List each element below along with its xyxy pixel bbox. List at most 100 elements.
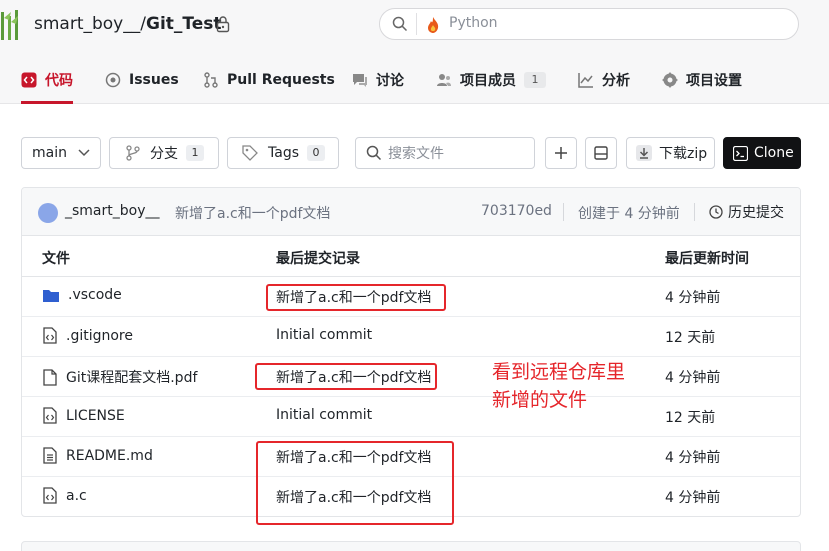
add-file-button[interactable] xyxy=(545,137,577,169)
commit-message-link[interactable]: 新增了a.c和一个pdf文档 xyxy=(175,203,330,223)
file-updated-time: 12 天前 xyxy=(665,330,716,346)
file-name-link[interactable]: README.md xyxy=(42,447,153,464)
tab-members-label: 项目成员 xyxy=(460,73,516,89)
tab-members[interactable]: 项目成员 1 xyxy=(436,69,546,91)
tab-code-label: 代码 xyxy=(45,73,73,89)
commit-sha-link[interactable]: 703170ed xyxy=(481,203,552,219)
file-commit-message[interactable]: Initial commit xyxy=(276,327,372,343)
branch-icon xyxy=(126,145,140,161)
branch-name: main xyxy=(32,145,67,161)
tab-analysis[interactable]: 分析 xyxy=(578,69,630,91)
tags-button[interactable]: Tags 0 xyxy=(227,137,339,169)
tab-discussion[interactable]: 讨论 xyxy=(352,69,404,91)
members-icon xyxy=(437,74,451,86)
annotation-line: 看到远程仓库里 xyxy=(492,361,626,383)
tab-settings-label: 项目设置 xyxy=(686,73,742,89)
code-file-icon xyxy=(43,487,57,504)
pull-request-icon xyxy=(204,72,218,88)
code-icon xyxy=(21,72,37,88)
file-updated-time: 4 分钟前 xyxy=(665,490,721,506)
file-updated-time: 4 分钟前 xyxy=(665,370,721,386)
repo-name-link[interactable]: Git_Test xyxy=(146,14,222,34)
clone-label: Clone xyxy=(754,145,794,161)
file-name: .vscode xyxy=(68,287,122,303)
bamboo-logo-icon[interactable] xyxy=(0,8,22,40)
tags-label: Tags xyxy=(268,145,299,161)
ide-icon xyxy=(594,146,608,160)
column-last-updated: 最后更新时间 xyxy=(665,251,749,267)
readme-panel xyxy=(21,541,801,551)
repo-tab-bar: 代码 Issues Pull Requests 讨论 项目成员 1 分析 项目设… xyxy=(0,52,829,104)
search-placeholder: Python xyxy=(449,15,498,31)
file-table-header: 文件 最后提交记录 最后更新时间 xyxy=(22,236,800,277)
terminal-icon xyxy=(733,145,748,161)
download-zip-button[interactable]: 下载zip xyxy=(626,137,715,169)
search-icon xyxy=(366,145,382,161)
branches-button[interactable]: 分支 1 xyxy=(109,137,219,169)
chevron-down-icon xyxy=(78,149,90,157)
download-icon xyxy=(636,145,652,161)
tab-issues[interactable]: Issues xyxy=(105,69,179,91)
file-updated-time: 12 天前 xyxy=(665,410,716,426)
tab-code[interactable]: 代码 xyxy=(21,69,73,91)
avatar[interactable] xyxy=(38,203,58,223)
history-button[interactable]: 历史提交 xyxy=(709,202,784,222)
discussion-icon xyxy=(353,74,367,87)
active-tab-indicator xyxy=(21,101,73,104)
tag-icon xyxy=(242,145,258,161)
branches-label: 分支 xyxy=(150,146,178,162)
tab-settings[interactable]: 项目设置 xyxy=(662,69,742,91)
repo-header: smart_boy__/Git_Test Python xyxy=(0,0,829,52)
file-name: Git课程配套文档.pdf xyxy=(66,370,198,386)
annotation-note: 看到远程仓库里 新增的文件 xyxy=(492,358,662,414)
file-name-link[interactable]: a.c xyxy=(42,487,87,504)
repo-path: smart_boy__/Git_Test xyxy=(34,14,222,34)
file-name-link[interactable]: .gitignore xyxy=(42,327,133,344)
search-files-placeholder: 搜索文件 xyxy=(388,146,444,162)
code-file-icon xyxy=(43,407,57,424)
tab-pull-requests-label: Pull Requests xyxy=(227,72,335,88)
file-icon xyxy=(43,368,57,386)
flame-icon xyxy=(428,17,439,33)
chart-icon xyxy=(578,73,593,88)
tab-pull-requests[interactable]: Pull Requests xyxy=(203,69,335,91)
search-files-input[interactable]: 搜索文件 xyxy=(355,137,535,169)
file-name-link[interactable]: Git课程配套文档.pdf xyxy=(42,367,197,387)
file-commit-message[interactable]: Initial commit xyxy=(276,407,372,423)
file-updated-time: 4 分钟前 xyxy=(665,450,721,466)
doc-file-icon xyxy=(43,447,57,464)
plus-icon xyxy=(555,147,567,159)
global-search-input[interactable]: Python xyxy=(379,8,799,40)
folder-icon xyxy=(43,289,59,302)
file-name: .gitignore xyxy=(66,327,133,344)
highlight-box xyxy=(255,363,437,390)
tags-count-badge: 0 xyxy=(307,145,325,161)
column-last-commit: 最后提交记录 xyxy=(276,251,360,267)
file-name: README.md xyxy=(66,447,153,464)
divider xyxy=(563,203,564,221)
clone-button[interactable]: Clone xyxy=(723,137,801,169)
tab-discussion-label: 讨论 xyxy=(376,73,404,89)
download-zip-label: 下载zip xyxy=(659,146,708,162)
highlight-box xyxy=(266,284,446,311)
search-icon xyxy=(392,16,408,32)
column-file: 文件 xyxy=(42,251,70,267)
lock-icon xyxy=(216,16,230,33)
clock-icon xyxy=(709,205,723,219)
gear-icon xyxy=(662,72,678,88)
issue-icon xyxy=(105,72,121,88)
file-name-link[interactable]: LICENSE xyxy=(42,407,125,424)
commit-author-link[interactable]: _smart_boy__ xyxy=(65,203,160,219)
branch-selector[interactable]: main xyxy=(21,137,101,169)
web-ide-button[interactable] xyxy=(585,137,617,169)
file-updated-time: 4 分钟前 xyxy=(665,290,721,306)
latest-commit-bar: _smart_boy__ 新增了a.c和一个pdf文档 703170ed 创建于… xyxy=(22,188,800,236)
divider xyxy=(694,203,695,221)
history-label: 历史提交 xyxy=(728,205,784,221)
table-row[interactable]: .gitignore Initial commit 12 天前 xyxy=(22,317,800,357)
tab-issues-label: Issues xyxy=(129,72,179,88)
file-name-link[interactable]: .vscode xyxy=(42,287,122,303)
repo-owner-link[interactable]: smart_boy__ xyxy=(34,14,140,34)
table-row[interactable]: LICENSE Initial commit 12 天前 xyxy=(22,397,800,437)
highlight-box xyxy=(256,441,454,525)
